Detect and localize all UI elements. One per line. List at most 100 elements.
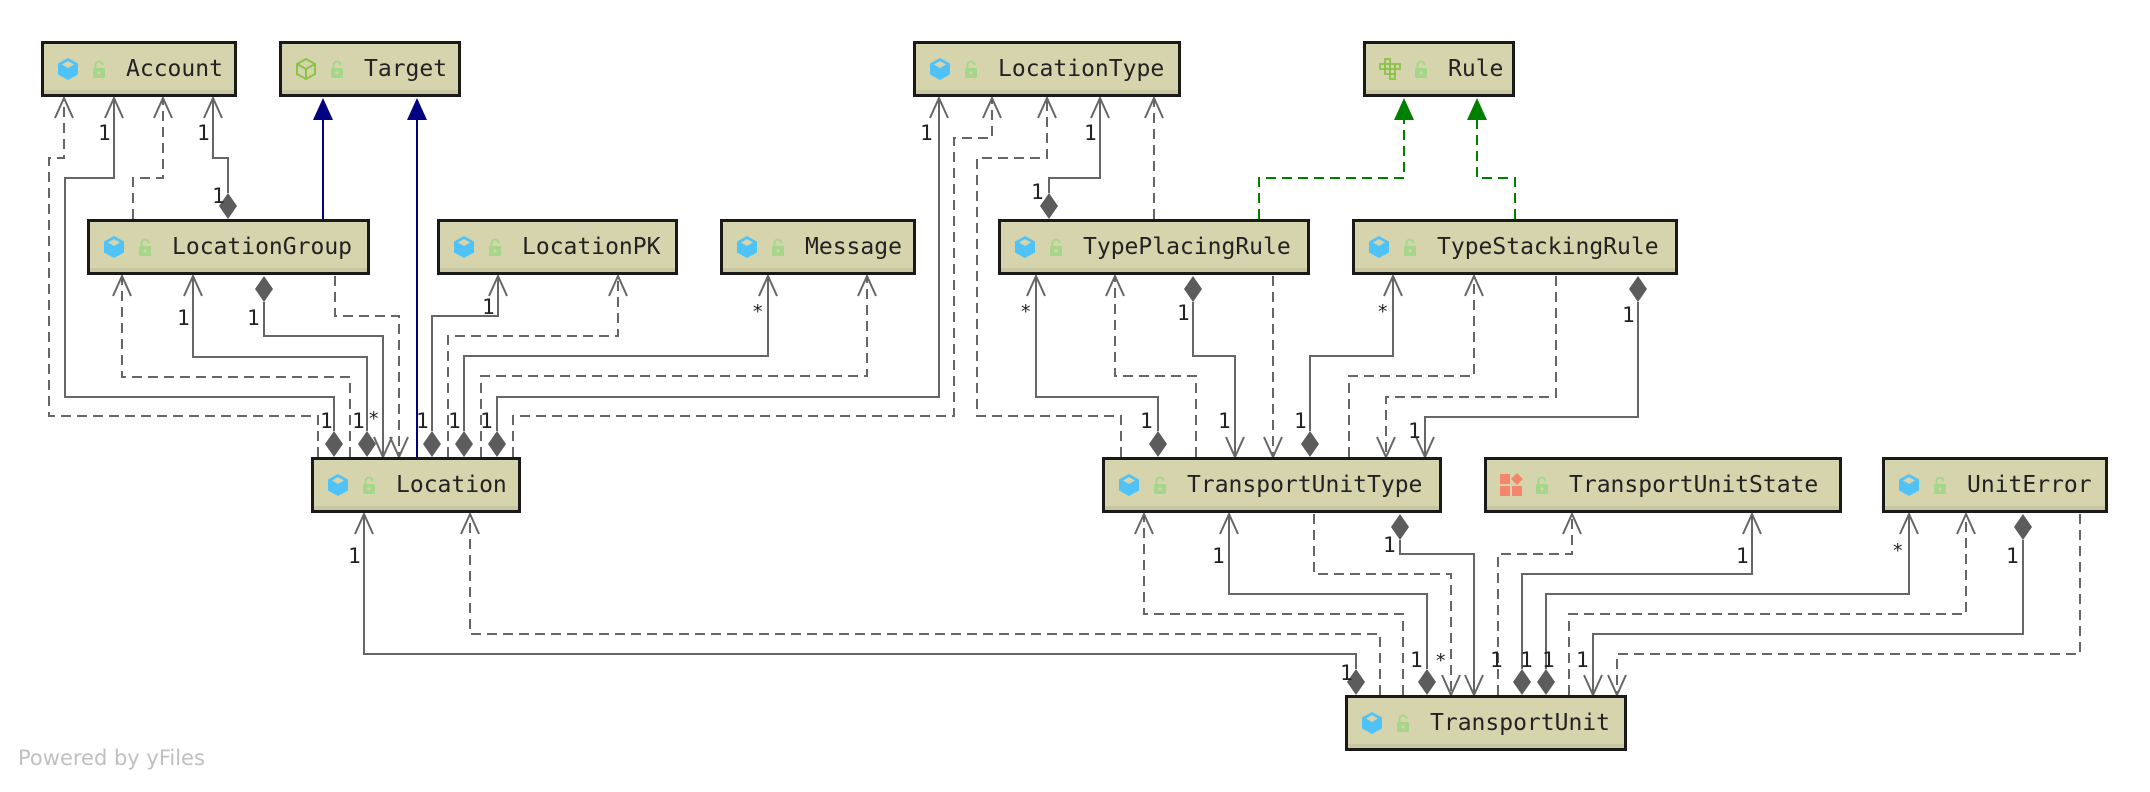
edge-path[interactable] [1545, 514, 1910, 669]
triangle-arrowhead-icon [313, 98, 333, 120]
edge-path[interactable] [1424, 302, 1639, 457]
edge-dependency[interactable] [48, 95, 319, 457]
class-node-account[interactable]: Account [41, 41, 237, 97]
edge-dependency[interactable] [1263, 276, 1283, 460]
edge-path[interactable] [48, 98, 319, 457]
lock-icon [1535, 476, 1549, 494]
edge-composition[interactable] [1583, 514, 2032, 698]
edge-path[interactable] [1309, 276, 1394, 431]
edge-path[interactable] [1616, 514, 2081, 695]
multiplicity-label: 1 [1031, 180, 1044, 204]
multiplicity-label: 1 [1212, 544, 1225, 568]
edge-dependency[interactable] [1607, 514, 2081, 698]
edge-path[interactable] [363, 514, 1357, 669]
multiplicity-label: 1 [247, 306, 260, 330]
edge-path[interactable] [1476, 120, 1516, 219]
edge-path[interactable] [469, 514, 1381, 695]
edge-dependency[interactable] [460, 511, 1381, 695]
edge-dependency[interactable] [1144, 95, 1164, 219]
edge-composition[interactable] [1415, 276, 1647, 460]
edge-path[interactable] [463, 276, 769, 431]
class-node-location-group[interactable]: LocationGroup [87, 219, 370, 275]
edge-path[interactable] [1497, 514, 1573, 695]
edge-path[interactable] [121, 276, 351, 457]
edge-path[interactable] [1521, 514, 1753, 669]
composition-diamond-icon [1184, 276, 1202, 302]
multiplicity-label: 1 [482, 295, 495, 319]
lock-icon [1396, 714, 1410, 732]
edge-path[interactable] [132, 98, 164, 219]
edge-path[interactable] [1143, 514, 1404, 695]
edge-composition[interactable] [1184, 276, 1245, 460]
edge-realization[interactable] [1258, 98, 1414, 219]
edge-composition[interactable] [455, 273, 778, 457]
composition-diamond-icon [488, 431, 506, 457]
composition-diamond-icon [423, 431, 441, 457]
edge-composition[interactable] [64, 95, 343, 457]
edge-composition[interactable] [1040, 95, 1110, 219]
class-name: TypeStackingRule [1437, 234, 1659, 260]
triangle-arrowhead-icon [1467, 98, 1487, 120]
class-name: Location [396, 472, 507, 498]
edge-realization[interactable] [1467, 98, 1516, 219]
edge-path[interactable] [480, 276, 868, 457]
edge-path[interactable] [1192, 302, 1236, 457]
edge-dependency[interactable] [447, 273, 628, 457]
class-node-type-placing-rule[interactable]: TypePlacingRule [998, 219, 1310, 275]
edge-inheritance[interactable] [313, 98, 333, 219]
edge-dependency[interactable] [1134, 511, 1404, 695]
class-node-unit-error[interactable]: UnitError [1882, 457, 2108, 513]
triangle-arrowhead-icon [1394, 98, 1414, 120]
multiplicity-label: * [368, 408, 379, 430]
diagram-canvas: 111111 1* 111*11111* 11 1* 111111*11 111* 11 [48, 95, 2081, 698]
class-node-type-stacking-rule[interactable]: TypeStackingRule [1352, 219, 1678, 275]
multiplicity-label: 1 [212, 184, 225, 208]
edge-path[interactable] [447, 276, 619, 457]
edge-composition[interactable] [354, 511, 1365, 695]
edge-dependency[interactable] [112, 273, 351, 457]
edge-dependency[interactable] [512, 95, 1002, 457]
multiplicity-label: 1 [1218, 409, 1231, 433]
edge-path[interactable] [1228, 514, 1428, 669]
composition-diamond-icon [1513, 669, 1531, 695]
class-node-location-pk[interactable]: LocationPK [437, 219, 678, 275]
edge-path[interactable] [1592, 540, 2024, 695]
enum-icon [1499, 473, 1523, 497]
class-node-transport-unit[interactable]: TransportUnit [1345, 695, 1627, 751]
edge-inheritance[interactable] [407, 98, 427, 457]
class-node-message[interactable]: Message [720, 219, 916, 275]
multiplicity-label: 1 [480, 409, 493, 433]
edge-path[interactable] [1258, 120, 1405, 219]
edge-composition[interactable] [488, 95, 949, 457]
class-node-rule[interactable]: Rule [1363, 41, 1515, 97]
edge-composition[interactable] [1219, 511, 1436, 695]
class-node-transport-unit-type[interactable]: TransportUnitType [1102, 457, 1442, 513]
class-name: Account [126, 56, 223, 82]
class-icon [102, 235, 126, 259]
edge-dependency[interactable] [132, 95, 173, 219]
edge-dependency[interactable] [1497, 511, 1582, 695]
composition-diamond-icon [1418, 669, 1436, 695]
lock-icon [1933, 476, 1947, 494]
lock-icon [1403, 238, 1417, 256]
triangle-arrowhead-icon [407, 98, 427, 120]
edge-path[interactable] [1048, 98, 1101, 193]
edge-composition[interactable] [183, 273, 376, 457]
edge-dependency[interactable] [480, 273, 877, 457]
edge-path[interactable] [512, 98, 993, 457]
edge-dependency[interactable] [1376, 276, 1557, 460]
lock-icon [1153, 476, 1167, 494]
class-node-location-type[interactable]: LocationType [913, 41, 1181, 97]
class-name: TransportUnitState [1569, 472, 1819, 498]
edge-path[interactable] [192, 276, 368, 431]
edge-dependency[interactable] [1568, 511, 1976, 695]
class-node-target[interactable]: Target [279, 41, 461, 97]
class-icon [1367, 235, 1391, 259]
multiplicity-label: 1 [1542, 648, 1555, 672]
edge-composition[interactable] [1537, 511, 1919, 695]
edge-path[interactable] [1568, 514, 1967, 695]
class-node-transport-unit-state[interactable]: TransportUnitState [1484, 457, 1842, 513]
lock-icon [1049, 238, 1063, 256]
class-node-location[interactable]: Location [311, 457, 521, 513]
edge-path[interactable] [1035, 276, 1159, 431]
